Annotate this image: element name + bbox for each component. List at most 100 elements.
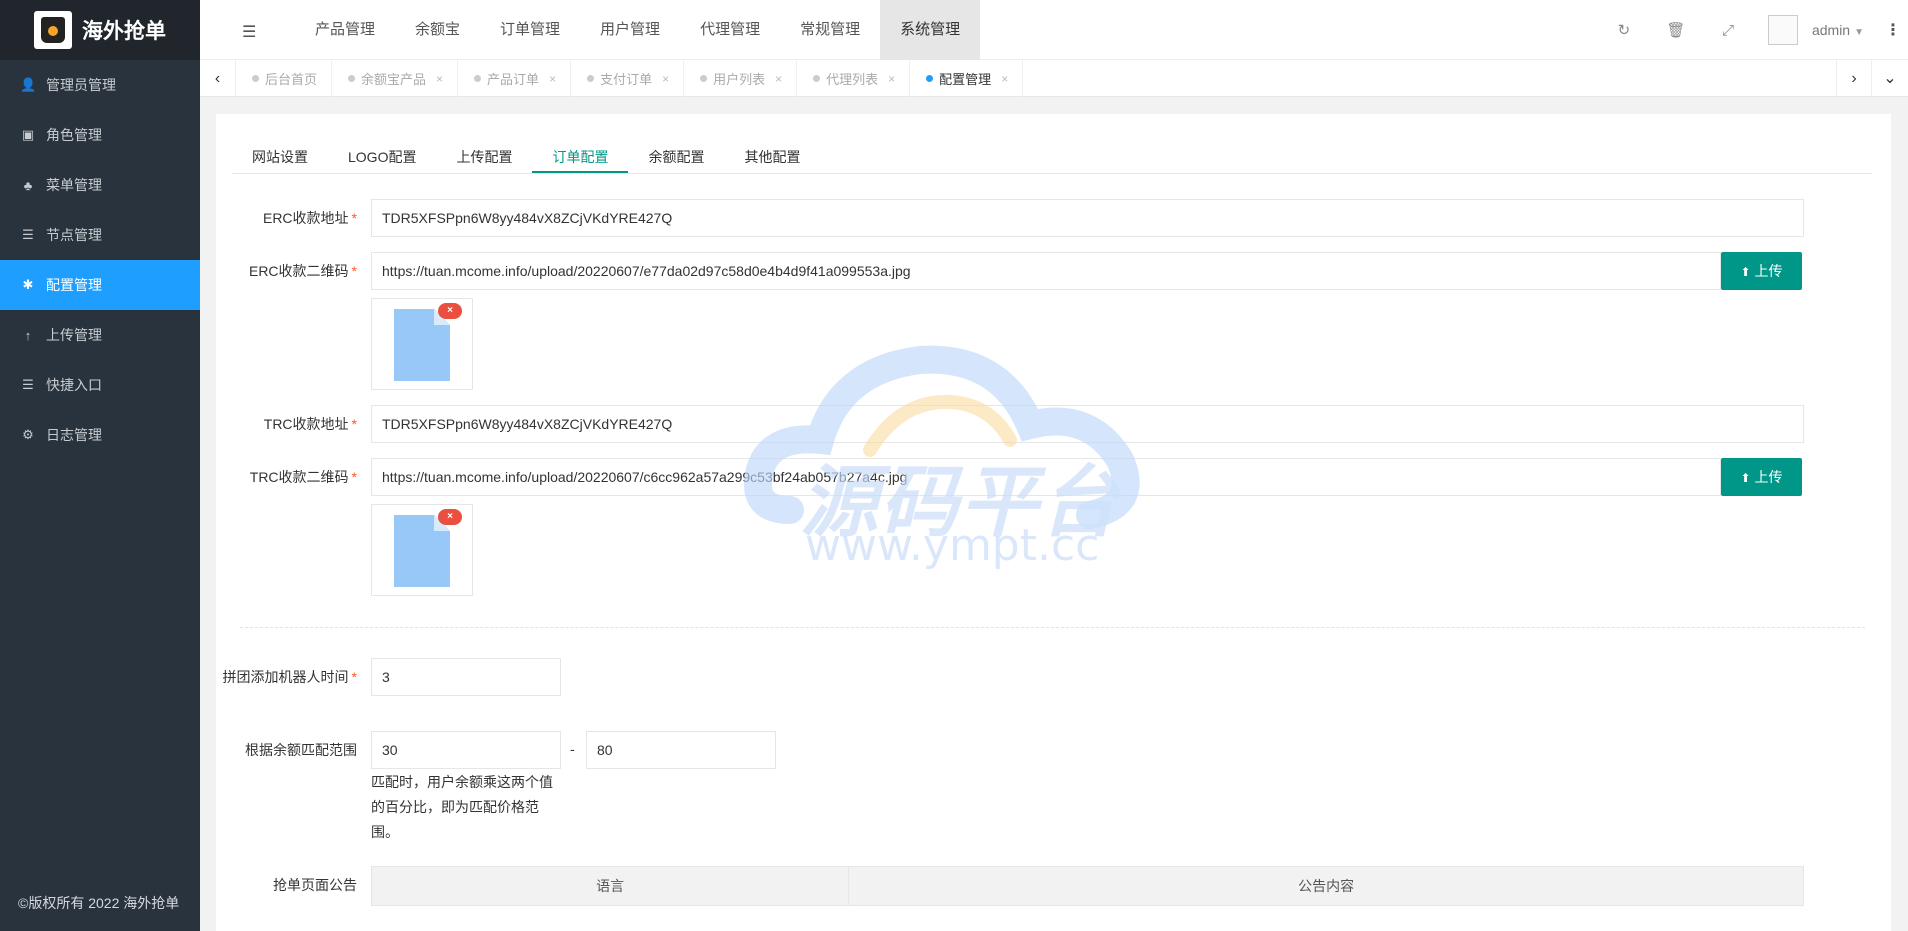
tab-menu-chevron-down-icon[interactable]: ⌄ [1872, 60, 1908, 97]
robot-time-input[interactable]: 3 [371, 658, 561, 696]
trash-icon[interactable]: 🗑 [1650, 21, 1702, 39]
match-min-input[interactable]: 30 [371, 731, 561, 769]
config-tab[interactable]: LOGO配置 [328, 142, 436, 173]
upload-icon: ⬆ [1740, 265, 1751, 279]
caret-down-icon: ▼ [1854, 27, 1864, 38]
page-tab-label: 支付订单 [600, 72, 653, 87]
user-icon: 👤 [20, 77, 37, 92]
page-tab-label: 余额宝产品 [361, 72, 427, 87]
close-icon[interactable]: × [1001, 72, 1008, 86]
sidebar-nav: 👤 管理员管理 ▣ 角色管理 ♣ 菜单管理 ☰ 节点管理 ✱ 配置管理 ↑ 上传管理 ☰ 快捷入口 ⚙ 日志管… [0, 60, 200, 460]
top-menu: 产品管理 余额宝 订单管理 用户管理 代理管理 常规管理 系统管理 [295, 0, 981, 60]
erc-qr-input[interactable]: https://tuan.mcome.info/upload/20220607/… [371, 252, 1721, 290]
page-tab[interactable]: 余额宝产品 × [332, 60, 459, 97]
trc-upload-button[interactable]: ⬆ 上传 [1721, 458, 1802, 496]
more-vertical-icon[interactable]: ⋮ [1878, 20, 1908, 40]
erc-address-input[interactable]: TDR5XFSPpn6W8yy484vX8ZCjVKdYRE427Q [371, 199, 1804, 237]
page-tab[interactable]: 配置管理 × [910, 60, 1024, 97]
tab-scroll-right-icon[interactable]: › [1836, 60, 1872, 97]
page-tab[interactable]: 用户列表 × [684, 60, 798, 97]
trc-qr-label: TRC收款二维码 * [249, 469, 357, 485]
avatar[interactable] [1767, 15, 1798, 45]
page-tab[interactable]: 支付订单 × [571, 60, 685, 97]
tab-dot-icon [252, 75, 259, 82]
sidebar-item-label: 节点管理 [46, 227, 102, 243]
erc-address-label: ERC收款地址 * [262, 210, 357, 226]
top-header: ☰ 产品管理 余额宝 订单管理 用户管理 代理管理 常规管理 系统管理 ↻ 🗑 ⤢ admi… [200, 0, 1908, 60]
top-right-tools: ↻ 🗑 ⤢ admin ▼ ⋮ [1598, 0, 1908, 60]
notice-label: 抢单页面公告 [273, 877, 357, 893]
range-separator: - [570, 741, 575, 757]
page-tab[interactable]: 后台首页 [236, 60, 333, 97]
top-menu-item[interactable]: 余额宝 [395, 0, 480, 60]
logo[interactable]: 海外抢单 [0, 0, 200, 60]
match-range-hint: 匹配时，用户余额乘这两个值的百分比，即为匹配价格范围。 [371, 774, 553, 840]
menu-fold-icon[interactable]: ☰ [242, 22, 256, 42]
notice-table: 语言 公告内容 [371, 866, 1804, 906]
notice-table-header: 语言 公告内容 [372, 867, 1803, 905]
column-header-language: 语言 [372, 867, 850, 905]
top-menu-item[interactable]: 系统管理 [880, 0, 981, 60]
match-range-label: 根据余额匹配范围 [245, 742, 357, 758]
page-tab[interactable]: 产品订单 × [458, 60, 572, 97]
tab-dot-icon [348, 75, 356, 82]
page-tab[interactable]: 代理列表 × [797, 60, 911, 97]
config-tab[interactable]: 上传配置 [436, 142, 532, 173]
sidebar-item-label: 菜单管理 [46, 177, 102, 193]
page-tab-label: 代理列表 [826, 72, 879, 87]
top-menu-item[interactable]: 常规管理 [780, 0, 880, 60]
sidebar-item[interactable]: ✱ 配置管理 [0, 260, 200, 310]
role-icon: ▣ [21, 127, 35, 142]
trc-address-label: TRC收款地址 * [263, 416, 357, 432]
tab-dot-icon [474, 75, 482, 82]
column-header-content: 公告内容 [1298, 878, 1355, 894]
sidebar-item-label: 管理员管理 [46, 77, 116, 93]
config-tab[interactable]: 订单配置 [532, 142, 629, 173]
arrow-up-icon: ↑ [24, 327, 32, 343]
match-max-input[interactable]: 80 [586, 731, 776, 769]
config-tab[interactable]: 网站设置 [232, 142, 328, 173]
gear-icon: ⚙ [22, 427, 34, 442]
close-icon[interactable]: × [549, 72, 556, 86]
page-tab-label: 用户列表 [713, 72, 766, 87]
sidebar-item-label: 上传管理 [46, 327, 102, 343]
remove-image-icon[interactable]: × [438, 303, 462, 319]
config-tab[interactable]: 余额配置 [628, 142, 724, 173]
sidebar-item[interactable]: ↑ 上传管理 [0, 310, 200, 360]
top-menu-item[interactable]: 订单管理 [480, 0, 580, 60]
tab-dot-icon [700, 75, 708, 82]
sidebar-item[interactable]: ☰ 快捷入口 [0, 360, 200, 410]
page-tabs: 后台首页 余额宝产品 × 产品订单 × 支付订单 × 用户列表 × 代理列表 × 配置管理 × [236, 60, 1024, 97]
top-menu-item[interactable]: 用户管理 [580, 0, 680, 60]
trc-qr-input[interactable]: https://tuan.mcome.info/upload/20220607/… [371, 458, 1721, 496]
erc-upload-button[interactable]: ⬆ 上传 [1721, 252, 1802, 290]
top-menu-item[interactable]: 产品管理 [295, 0, 395, 60]
tab-scroll-left-icon[interactable]: ‹ [200, 60, 236, 97]
sidebar-item[interactable]: ▣ 角色管理 [0, 110, 200, 160]
sidebar-item[interactable]: ♣ 菜单管理 [0, 160, 200, 210]
sidebar-item-label: 配置管理 [46, 277, 102, 293]
sidebar-item[interactable]: 👤 管理员管理 [0, 60, 200, 110]
sidebar-item[interactable]: ☰ 节点管理 [0, 210, 200, 260]
username: admin [1811, 22, 1851, 38]
refresh-icon[interactable]: ↻ [1598, 21, 1650, 39]
trc-qr-thumbnail[interactable]: × [371, 504, 473, 596]
remove-image-icon[interactable]: × [438, 509, 462, 525]
config-tab[interactable]: 其他配置 [724, 142, 820, 173]
close-icon[interactable]: × [775, 72, 782, 86]
sidebar-item-label: 角色管理 [46, 127, 102, 143]
copyright: ©版权所有 2022 海外抢单 [18, 895, 180, 911]
top-menu-item[interactable]: 代理管理 [680, 0, 780, 60]
trc-address-input[interactable]: TDR5XFSPpn6W8yy484vX8ZCjVKdYRE427Q [371, 405, 1804, 443]
section-divider [240, 627, 1865, 628]
tab-dot-icon [926, 75, 934, 82]
close-icon[interactable]: × [888, 72, 895, 86]
sidebar-item[interactable]: ⚙ 日志管理 [0, 410, 200, 460]
fullscreen-icon[interactable]: ⤢ [1702, 22, 1754, 39]
user-menu[interactable]: admin ▼ [1812, 22, 1864, 38]
upload-icon: ⬆ [1740, 471, 1751, 485]
erc-qr-thumbnail[interactable]: × [371, 298, 473, 390]
close-icon[interactable]: × [436, 72, 443, 86]
close-icon[interactable]: × [662, 72, 669, 86]
page-tab-label: 产品订单 [487, 72, 540, 87]
